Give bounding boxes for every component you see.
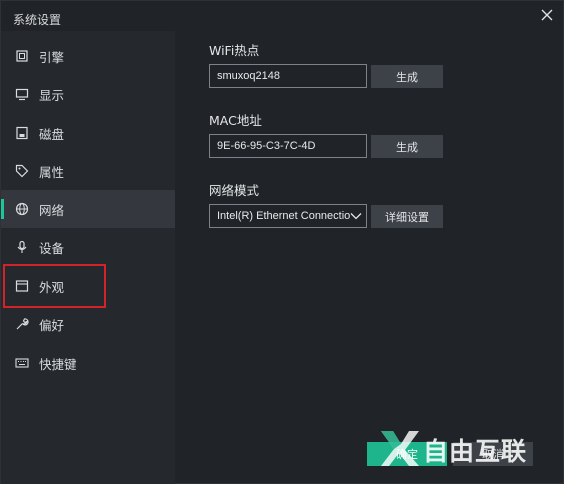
window-title: 系统设置	[13, 13, 62, 27]
mac-address-field[interactable]: 9E-66-95-C3-7C-4D	[209, 134, 367, 158]
sidebar-item-network[interactable]: 网络	[1, 190, 175, 228]
chevron-down-icon	[350, 213, 362, 220]
mac-generate-button[interactable]: 生成	[371, 135, 443, 158]
sidebar-item-label: 属性	[39, 164, 65, 180]
sidebar-item-display[interactable]: 显示	[1, 75, 175, 113]
window-icon	[15, 279, 29, 293]
wifi-generate-button[interactable]: 生成	[371, 65, 443, 88]
sidebar-item-properties[interactable]: 属性	[1, 152, 175, 190]
wrench-icon	[15, 317, 29, 331]
network-details-button[interactable]: 详细设置	[371, 205, 443, 228]
sidebar-item-label: 显示	[39, 87, 65, 103]
ok-button[interactable]: 确定	[367, 442, 447, 466]
globe-icon	[15, 202, 29, 216]
disk-icon	[15, 126, 29, 140]
sidebar-item-appearance[interactable]: 外观	[1, 267, 175, 305]
wifi-hotspot-field[interactable]: smuxoq2148	[209, 64, 367, 88]
active-indicator	[1, 199, 4, 219]
sidebar-item-engine[interactable]: 引擎	[1, 37, 175, 75]
microphone-icon	[15, 240, 29, 254]
network-mode-label: 网络模式	[209, 183, 260, 198]
sidebar-item-label: 外观	[39, 279, 65, 295]
keyboard-icon	[15, 356, 29, 370]
sidebar-item-label: 磁盘	[39, 126, 65, 142]
sidebar-item-label: 引擎	[39, 49, 65, 65]
settings-window: 系统设置 引擎 显示 磁盘 属性 网络 设备 外观 偏好 快捷键 WiFi热点 …	[0, 0, 564, 484]
sidebar-item-devices[interactable]: 设备	[1, 228, 175, 266]
sidebar-item-preferences[interactable]: 偏好	[1, 305, 175, 343]
network-mode-value: Intel(R) Ethernet Connectio	[217, 210, 351, 222]
sidebar-item-disk[interactable]: 磁盘	[1, 114, 175, 152]
wifi-hotspot-label: WiFi热点	[209, 43, 260, 58]
tag-icon	[15, 164, 29, 178]
cpu-icon	[15, 49, 29, 63]
network-mode-select[interactable]: Intel(R) Ethernet Connectio	[209, 204, 367, 228]
sidebar-item-label: 偏好	[39, 317, 65, 333]
network-panel: WiFi热点 smuxoq2148 生成 MAC地址 9E-66-95-C3-7…	[175, 1, 564, 484]
sidebar-item-shortcuts[interactable]: 快捷键	[1, 344, 175, 382]
sidebar-item-label: 网络	[39, 202, 65, 218]
monitor-icon	[15, 87, 29, 101]
mac-address-label: MAC地址	[209, 113, 262, 128]
sidebar-item-label: 快捷键	[39, 356, 77, 372]
sidebar: 引擎 显示 磁盘 属性 网络 设备 外观 偏好 快捷键	[1, 31, 175, 484]
cancel-button[interactable]: 取消	[453, 442, 533, 466]
sidebar-item-label: 设备	[39, 240, 65, 256]
